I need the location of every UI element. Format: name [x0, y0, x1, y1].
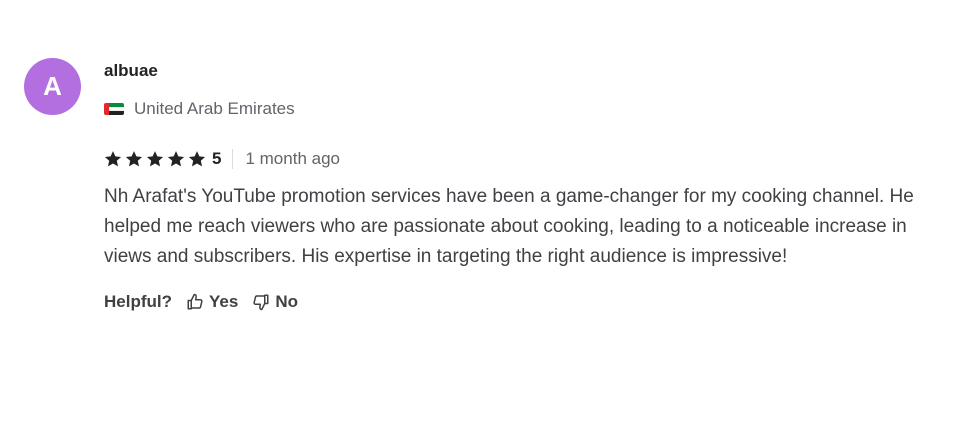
rating-row: 5 1 month ago [104, 148, 939, 170]
helpful-section: Helpful? Yes No [104, 292, 939, 312]
star-icon [125, 150, 143, 168]
helpful-yes-button[interactable]: Yes [186, 292, 238, 312]
helpful-no-button[interactable]: No [252, 292, 298, 312]
reviewer-country: United Arab Emirates [104, 97, 939, 121]
star-rating [104, 150, 209, 168]
review-content: albuae United Arab Emirates 5 1 month ag… [104, 58, 939, 312]
star-icon [104, 150, 122, 168]
country-name: United Arab Emirates [134, 99, 295, 118]
review-text: Nh Arafat's YouTube promotion services h… [104, 186, 914, 267]
uae-flag-icon [104, 103, 124, 115]
star-icon [188, 150, 206, 168]
avatar[interactable]: A [24, 58, 81, 115]
helpful-label: Helpful? [104, 292, 172, 311]
thumbs-down-icon [253, 294, 269, 311]
star-icon [167, 150, 185, 168]
helpful-no-label: No [275, 292, 298, 311]
helpful-yes-label: Yes [209, 292, 239, 311]
star-icon [146, 150, 164, 168]
thumbs-up-icon [187, 293, 203, 310]
divider [232, 149, 234, 169]
rating-score: 5 [212, 149, 222, 168]
reviewer-username[interactable]: albuae [104, 59, 939, 83]
review-time: 1 month ago [245, 149, 340, 168]
